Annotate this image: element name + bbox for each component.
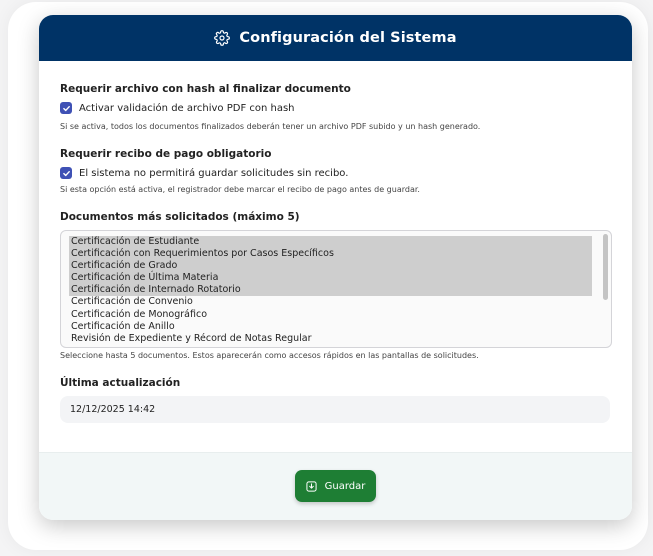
save-icon <box>306 480 317 492</box>
document-option[interactable]: Certificación de Monográfico <box>69 309 592 321</box>
documents-help-text: Seleccione hasta 5 documentos. Estos apa… <box>60 351 479 360</box>
hash-section-title: Requerir archivo con hash al finalizar d… <box>60 83 351 95</box>
receipt-checkbox-row[interactable]: El sistema no permitirá guardar solicitu… <box>60 167 348 179</box>
document-option[interactable]: Certificación de Internado Rotatorio <box>69 284 592 297</box>
dialog-header: Configuración del Sistema <box>39 15 632 61</box>
settings-dialog: Configuración del Sistema Requerir archi… <box>39 15 632 520</box>
document-option[interactable]: Certificación de Anillo <box>69 321 592 333</box>
document-option[interactable]: Certificación de Grado <box>69 260 592 273</box>
last-update-field: 12/12/2025 14:42 <box>60 396 610 423</box>
documents-multiselect[interactable]: Certificación de Estudiante Certificació… <box>60 230 612 348</box>
receipt-checkbox-label[interactable]: El sistema no permitirá guardar solicitu… <box>79 168 348 179</box>
hash-checkbox-label[interactable]: Activar validación de archivo PDF con ha… <box>79 103 295 114</box>
document-option[interactable]: Certificación con Requerimientos por Cas… <box>69 248 592 261</box>
hash-checkbox-row[interactable]: Activar validación de archivo PDF con ha… <box>60 102 295 114</box>
save-button[interactable]: Guardar <box>295 470 376 502</box>
save-button-label[interactable]: Guardar <box>325 481 366 492</box>
receipt-help-text: Si esta opción está activa, el registrad… <box>60 185 420 194</box>
dialog-title: Configuración del Sistema <box>239 30 457 46</box>
last-update-title: Última actualización <box>60 377 181 389</box>
documents-options: Certificación de Estudiante Certificació… <box>69 236 592 345</box>
gear-icon <box>214 30 231 46</box>
documents-scrollbar[interactable] <box>603 234 608 342</box>
receipt-section-title: Requerir recibo de pago obligatorio <box>60 148 272 160</box>
scrollbar-thumb[interactable] <box>603 234 608 300</box>
document-option[interactable]: Certificación de Estudiante <box>69 236 592 249</box>
check-icon <box>62 105 70 111</box>
dialog-footer: Guardar <box>39 452 632 520</box>
document-option[interactable]: Certificación de Convenio <box>69 296 592 308</box>
receipt-checkbox[interactable] <box>60 167 72 179</box>
hash-help-text: Si se activa, todos los documentos final… <box>60 122 481 131</box>
documents-section-title: Documentos más solicitados (máximo 5) <box>60 211 300 223</box>
check-icon <box>62 170 70 176</box>
document-option[interactable]: Revisión de Expediente y Récord de Notas… <box>69 333 592 345</box>
hash-checkbox[interactable] <box>60 102 72 114</box>
document-option[interactable]: Certificación de Última Materia <box>69 272 592 285</box>
